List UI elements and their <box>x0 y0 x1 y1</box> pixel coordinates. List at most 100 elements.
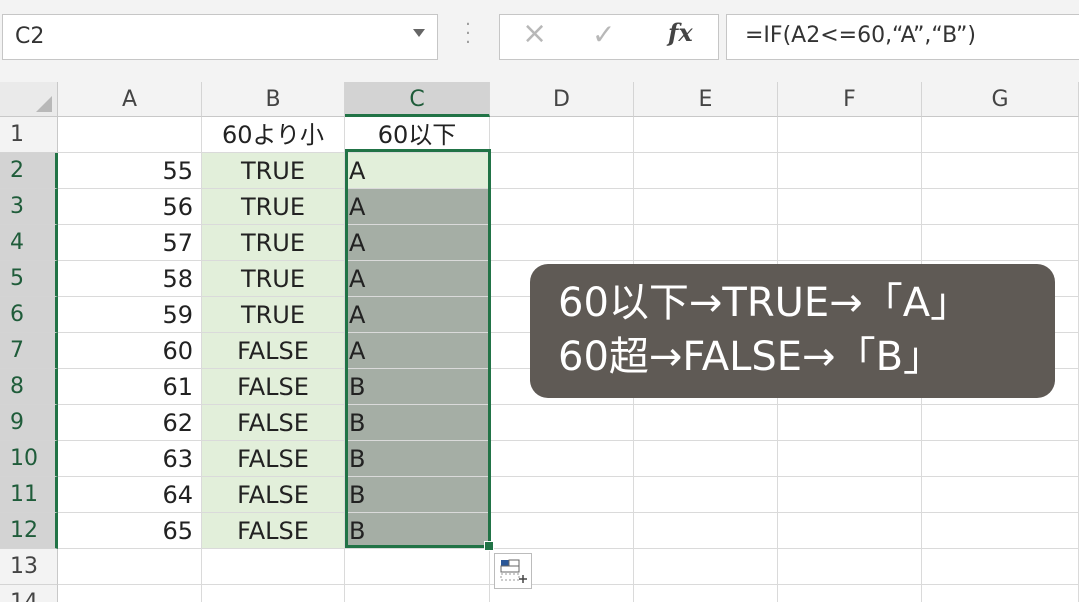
cell-f2[interactable] <box>778 153 922 189</box>
cell-a14[interactable] <box>58 585 202 602</box>
column-header-g[interactable]: G <box>922 82 1079 117</box>
cell-b1[interactable]: 60より小 <box>202 117 345 153</box>
cell-c1[interactable]: 60以下 <box>345 117 490 153</box>
cell-e13[interactable] <box>634 549 778 585</box>
cell-a7[interactable]: 60 <box>58 333 202 369</box>
column-header-e[interactable]: E <box>634 82 778 117</box>
cell-a10[interactable]: 63 <box>58 441 202 477</box>
cell-a13[interactable] <box>58 549 202 585</box>
cell-g4[interactable] <box>922 225 1079 261</box>
chevron-down-icon[interactable] <box>413 29 425 37</box>
cell-a5[interactable]: 58 <box>58 261 202 297</box>
cell-e12[interactable] <box>634 513 778 549</box>
column-header-a[interactable]: A <box>58 82 202 117</box>
row-header-14[interactable]: 14 <box>0 585 58 602</box>
cell-a2[interactable]: 55 <box>58 153 202 189</box>
cell-e1[interactable] <box>634 117 778 153</box>
column-header-d[interactable]: D <box>490 82 634 117</box>
column-header-b[interactable]: B <box>202 82 345 117</box>
cell-a4[interactable]: 57 <box>58 225 202 261</box>
cell-a3[interactable]: 56 <box>58 189 202 225</box>
row-header-13[interactable]: 13 <box>0 549 58 585</box>
cell-f1[interactable] <box>778 117 922 153</box>
row-header-12[interactable]: 12 <box>0 513 58 549</box>
column-header-c[interactable]: C <box>345 82 490 117</box>
cell-d4[interactable] <box>490 225 634 261</box>
cell-e11[interactable] <box>634 477 778 513</box>
cell-g2[interactable] <box>922 153 1079 189</box>
cell-g1[interactable] <box>922 117 1079 153</box>
cell-d9[interactable] <box>490 405 634 441</box>
cell-d3[interactable] <box>490 189 634 225</box>
cell-e2[interactable] <box>634 153 778 189</box>
insert-function-icon[interactable]: fx <box>668 18 693 47</box>
autofill-options-button[interactable] <box>494 553 532 589</box>
select-all-corner[interactable] <box>0 82 58 117</box>
cell-g12[interactable] <box>922 513 1079 549</box>
cell-b5[interactable]: TRUE <box>202 261 345 297</box>
formula-text[interactable]: =IF(A2<=60,“A”,“B”) <box>745 23 976 48</box>
cell-f11[interactable] <box>778 477 922 513</box>
cell-c10[interactable]: B <box>345 441 490 477</box>
cell-b8[interactable]: FALSE <box>202 369 345 405</box>
cell-a9[interactable]: 62 <box>58 405 202 441</box>
cell-c8[interactable]: B <box>345 369 490 405</box>
column-header-f[interactable]: F <box>778 82 922 117</box>
cell-c11[interactable]: B <box>345 477 490 513</box>
cell-d2[interactable] <box>490 153 634 189</box>
cell-f13[interactable] <box>778 549 922 585</box>
cell-c9[interactable]: B <box>345 405 490 441</box>
cell-c14[interactable] <box>345 585 490 602</box>
cell-b12[interactable]: FALSE <box>202 513 345 549</box>
row-header-7[interactable]: 7 <box>0 333 58 369</box>
cell-c6[interactable]: A <box>345 297 490 333</box>
cell-b7[interactable]: FALSE <box>202 333 345 369</box>
cell-f3[interactable] <box>778 189 922 225</box>
cell-d11[interactable] <box>490 477 634 513</box>
row-header-2[interactable]: 2 <box>0 153 58 189</box>
cell-c13[interactable] <box>345 549 490 585</box>
cell-b6[interactable]: TRUE <box>202 297 345 333</box>
row-header-1[interactable]: 1 <box>0 117 58 153</box>
cell-f12[interactable] <box>778 513 922 549</box>
cell-f14[interactable] <box>778 585 922 602</box>
cell-f10[interactable] <box>778 441 922 477</box>
cell-g11[interactable] <box>922 477 1079 513</box>
cell-a1[interactable] <box>58 117 202 153</box>
name-box[interactable]: C2 <box>2 14 438 60</box>
cell-e10[interactable] <box>634 441 778 477</box>
cell-e9[interactable] <box>634 405 778 441</box>
cell-c4[interactable]: A <box>345 225 490 261</box>
grip-icon[interactable]: · · · <box>461 16 475 54</box>
row-header-3[interactable]: 3 <box>0 189 58 225</box>
cell-b11[interactable]: FALSE <box>202 477 345 513</box>
row-header-4[interactable]: 4 <box>0 225 58 261</box>
enter-icon[interactable]: ✓ <box>592 18 615 51</box>
cell-c12[interactable]: B <box>345 513 490 549</box>
cell-g14[interactable] <box>922 585 1079 602</box>
cell-c2[interactable]: A <box>345 153 490 189</box>
cell-e3[interactable] <box>634 189 778 225</box>
row-header-10[interactable]: 10 <box>0 441 58 477</box>
cell-a11[interactable]: 64 <box>58 477 202 513</box>
cell-b3[interactable]: TRUE <box>202 189 345 225</box>
select-all-icon[interactable] <box>36 96 52 112</box>
cell-a6[interactable]: 59 <box>58 297 202 333</box>
cell-f9[interactable] <box>778 405 922 441</box>
row-header-11[interactable]: 11 <box>0 477 58 513</box>
cell-g13[interactable] <box>922 549 1079 585</box>
cell-c7[interactable]: A <box>345 333 490 369</box>
fill-handle[interactable] <box>484 541 494 551</box>
cell-c3[interactable]: A <box>345 189 490 225</box>
cell-f4[interactable] <box>778 225 922 261</box>
cell-b14[interactable] <box>202 585 345 602</box>
autofill-options-icon[interactable] <box>495 554 531 588</box>
row-header-6[interactable]: 6 <box>0 297 58 333</box>
row-header-8[interactable]: 8 <box>0 369 58 405</box>
cell-d1[interactable] <box>490 117 634 153</box>
formula-input[interactable]: =IF(A2<=60,“A”,“B”) <box>726 14 1079 60</box>
cell-b2[interactable]: TRUE <box>202 153 345 189</box>
cell-g9[interactable] <box>922 405 1079 441</box>
cell-e14[interactable] <box>634 585 778 602</box>
cell-a12[interactable]: 65 <box>58 513 202 549</box>
